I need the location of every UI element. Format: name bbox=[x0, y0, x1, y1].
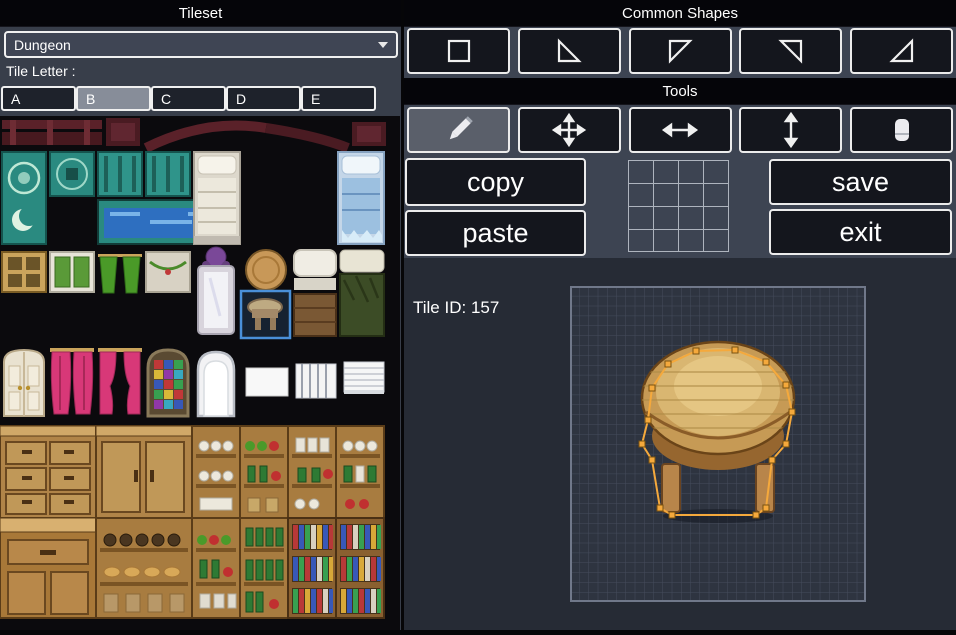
resize-horizontal-icon bbox=[660, 110, 700, 150]
tile-id-caption: Tile ID: bbox=[413, 298, 466, 317]
tile-letter-label: Tile Letter : bbox=[6, 63, 76, 79]
common-shapes-title-text: Common Shapes bbox=[622, 5, 738, 22]
move-icon bbox=[549, 110, 589, 150]
selected-tile-highlight[interactable] bbox=[241, 291, 290, 338]
collision-editor-canvas[interactable] bbox=[570, 286, 866, 602]
copy-button[interactable]: copy bbox=[405, 158, 586, 206]
tile-id-value: 157 bbox=[471, 298, 499, 317]
square-shape-icon bbox=[439, 31, 479, 71]
shape-triangle-bottom-left-button[interactable] bbox=[518, 28, 621, 74]
tool-resize-horizontal-button[interactable] bbox=[629, 107, 732, 153]
chevron-down-icon bbox=[378, 42, 388, 48]
tab-letter-a[interactable]: A bbox=[1, 86, 76, 111]
collision-preview-area: Tile ID: 157 bbox=[404, 258, 956, 630]
tileset-dropdown[interactable]: Dungeon bbox=[4, 31, 398, 58]
tool-eraser-button[interactable] bbox=[850, 107, 953, 153]
tab-letter-e[interactable]: E bbox=[301, 86, 376, 111]
tool-buttons-row bbox=[404, 107, 956, 153]
tab-letter-d[interactable]: D bbox=[226, 86, 301, 111]
tools-title-text: Tools bbox=[662, 83, 697, 100]
shape-buttons-row bbox=[404, 28, 956, 74]
tool-move-button[interactable] bbox=[518, 107, 621, 153]
shape-triangle-bottom-right-button[interactable] bbox=[850, 28, 953, 74]
editor-panel: Common Shapes Tools bbox=[404, 0, 956, 630]
save-button[interactable]: save bbox=[769, 159, 952, 205]
tool-resize-vertical-button[interactable] bbox=[739, 107, 842, 153]
triangle-top-right-shape-icon bbox=[771, 31, 811, 71]
collision-editor-svg[interactable] bbox=[570, 286, 866, 602]
tools-header: Tools bbox=[404, 78, 956, 105]
triangle-bottom-left-shape-icon bbox=[549, 31, 589, 71]
shape-triangle-top-right-button[interactable] bbox=[739, 28, 842, 74]
tiles-wood-furniture bbox=[0, 426, 384, 618]
shape-square-button[interactable] bbox=[407, 28, 510, 74]
subtile-grid-lines bbox=[628, 160, 729, 252]
tileset-panel-title: Tileset bbox=[0, 0, 401, 27]
exit-button[interactable]: exit bbox=[769, 209, 952, 255]
pencil-icon bbox=[439, 110, 479, 150]
eraser-icon bbox=[882, 110, 922, 150]
tileset-image-area[interactable] bbox=[0, 116, 400, 630]
triangle-top-left-shape-icon bbox=[660, 31, 700, 71]
tab-letter-c[interactable]: C bbox=[151, 86, 226, 111]
tab-letter-b[interactable]: B bbox=[76, 86, 151, 111]
shape-triangle-top-left-button[interactable] bbox=[629, 28, 732, 74]
tile-id-label: Tile ID: 157 bbox=[413, 298, 499, 318]
resize-vertical-icon bbox=[771, 110, 811, 150]
tileset-panel-title-text: Tileset bbox=[179, 5, 223, 22]
tileset-dropdown-value: Dungeon bbox=[14, 37, 71, 53]
tool-pencil-button[interactable] bbox=[407, 107, 510, 153]
triangle-bottom-right-shape-icon bbox=[882, 31, 922, 71]
tile-letter-tabs: A B C D E bbox=[1, 86, 376, 111]
common-shapes-header: Common Shapes bbox=[404, 0, 956, 27]
subtile-grid[interactable] bbox=[628, 160, 729, 252]
tileset-panel: Tileset Dungeon Tile Letter : A B C D E bbox=[0, 0, 401, 630]
paste-button[interactable]: paste bbox=[405, 210, 586, 256]
tileset-image[interactable] bbox=[0, 116, 400, 630]
